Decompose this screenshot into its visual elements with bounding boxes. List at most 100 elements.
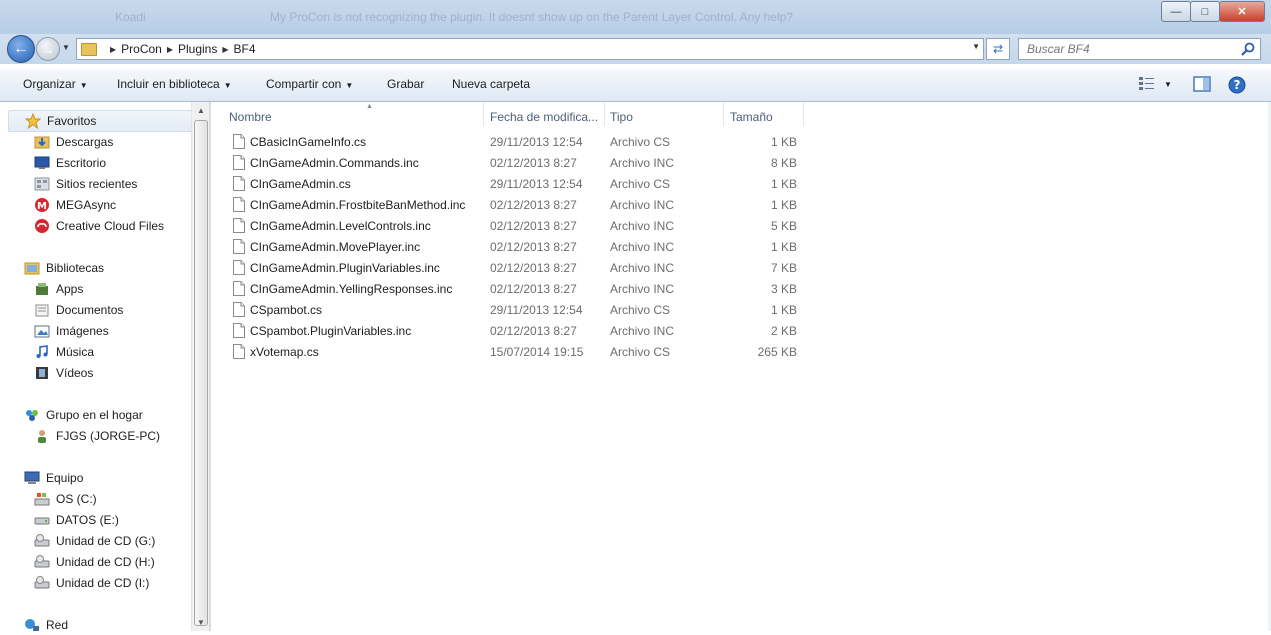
nav-item-videos[interactable]: Vídeos	[34, 363, 93, 383]
nav-homegroup[interactable]: Grupo en el hogar	[24, 405, 143, 425]
file-name[interactable]: CInGameAdmin.MovePlayer.inc	[250, 240, 420, 254]
folder-icon	[81, 42, 97, 56]
nav-item-documents[interactable]: Documentos	[34, 300, 123, 320]
file-row[interactable]: xVotemap.cs 15/07/2014 19:15 Archivo CS 265…	[229, 342, 809, 363]
file-row[interactable]: CSpambot.PluginVariables.inc 02/12/2013 8…	[229, 321, 809, 342]
organize-label: Organizar	[23, 77, 76, 91]
breadcrumb-plugins[interactable]: Plugins	[178, 42, 217, 56]
breadcrumb-bf4[interactable]: BF4	[234, 42, 256, 56]
column-header-name[interactable]: Nombre ▲	[229, 103, 483, 128]
nav-item-pictures[interactable]: Imágenes	[34, 321, 109, 341]
breadcrumb-procon[interactable]: ProCon	[121, 42, 162, 56]
file-icon	[233, 302, 245, 317]
file-name[interactable]: CInGameAdmin.LevelControls.inc	[250, 219, 431, 233]
file-name[interactable]: CBasicInGameInfo.cs	[250, 135, 366, 149]
file-size: 265 KB	[757, 345, 797, 359]
nav-item-megasync[interactable]: M MEGAsync	[34, 195, 116, 215]
scroll-up-icon[interactable]: ▲	[197, 106, 205, 115]
search-icon[interactable]	[1240, 41, 1256, 57]
column-header-date[interactable]: Fecha de modifica...	[490, 106, 604, 128]
file-row[interactable]: CInGameAdmin.PluginVariables.inc 02/12/20…	[229, 258, 809, 279]
file-date: 29/11/2013 12:54	[490, 303, 583, 317]
column-separator[interactable]	[723, 102, 724, 126]
file-type: Archivo INC	[610, 324, 675, 338]
file-name[interactable]: CInGameAdmin.FrostbiteBanMethod.inc	[250, 198, 465, 212]
nav-item-homegroup-user[interactable]: FJGS (JORGE-PC)	[34, 426, 160, 446]
include-library-menu[interactable]: Incluir en biblioteca ▼	[117, 77, 232, 91]
chevron-right-icon[interactable]: ▶	[222, 45, 228, 54]
file-name[interactable]: CSpambot.cs	[250, 303, 322, 317]
view-dropdown-icon[interactable]: ▼	[1164, 80, 1172, 89]
chevron-right-icon[interactable]: ▶	[167, 45, 173, 54]
nav-computer[interactable]: Equipo	[24, 468, 83, 488]
file-name[interactable]: CInGameAdmin.YellingResponses.inc	[250, 282, 452, 296]
file-icon	[233, 344, 245, 359]
column-separator[interactable]	[604, 102, 605, 126]
nav-item-downloads[interactable]: Descargas	[34, 132, 113, 152]
file-size: 1 KB	[770, 135, 797, 149]
file-row[interactable]: CInGameAdmin.FrostbiteBanMethod.inc 02/12…	[229, 195, 809, 216]
nav-network[interactable]: Red	[24, 615, 68, 635]
file-name[interactable]: CInGameAdmin.PluginVariables.inc	[250, 261, 440, 275]
nav-item-label: MEGAsync	[56, 198, 117, 212]
address-bar[interactable]: ▶ ProCon ▶ Plugins ▶ BF4 ▼	[76, 38, 984, 60]
file-row[interactable]: CBasicInGameInfo.cs 29/11/2013 12:54 Archi…	[229, 132, 809, 153]
file-row[interactable]: CInGameAdmin.LevelControls.inc 02/12/2013…	[229, 216, 809, 237]
new-folder-button[interactable]: Nueva carpeta	[452, 77, 530, 91]
column-separator[interactable]	[483, 102, 484, 126]
nav-item-drive-e[interactable]: DATOS (E:)	[34, 510, 119, 530]
column-header-size[interactable]: Tamaño	[730, 106, 802, 128]
file-name[interactable]: xVotemap.cs	[250, 345, 319, 359]
scrollbar-thumb[interactable]	[194, 120, 208, 626]
file-row[interactable]: CInGameAdmin.MovePlayer.inc 02/12/2013 8:…	[229, 237, 809, 258]
forward-button[interactable]: →	[36, 37, 60, 61]
share-with-label: Compartir con	[266, 77, 342, 91]
chevron-right-icon[interactable]: ▶	[110, 45, 116, 54]
nav-libraries[interactable]: Bibliotecas	[24, 258, 104, 278]
svg-text:?: ?	[1234, 78, 1241, 92]
recent-pages-dropdown[interactable]: ▼	[62, 43, 70, 52]
nav-item-label: Música	[56, 345, 95, 359]
nav-item-drive-g[interactable]: Unidad de CD (G:)	[34, 531, 155, 551]
navigation-scrollbar[interactable]: ▲ ▼	[191, 102, 209, 631]
file-name[interactable]: CSpambot.PluginVariables.inc	[250, 324, 411, 338]
view-options-icon[interactable]	[1138, 76, 1156, 90]
nav-item-desktop[interactable]: Escritorio	[34, 153, 106, 173]
title-bar: Koadi My ProCon is not recognizing the p…	[0, 0, 1271, 34]
back-button[interactable]: ←	[7, 35, 35, 63]
preview-pane-icon[interactable]	[1193, 76, 1211, 92]
file-row[interactable]: CInGameAdmin.cs 29/11/2013 12:54 Archivo C…	[229, 174, 809, 195]
file-icon	[233, 260, 245, 275]
address-dropdown-icon[interactable]: ▼	[972, 42, 980, 51]
maximize-button[interactable]: □	[1190, 1, 1220, 22]
nav-item-music[interactable]: Música	[34, 342, 94, 362]
nav-favorites[interactable]: Favoritos	[8, 110, 192, 132]
nav-item-apps[interactable]: Apps	[34, 279, 83, 299]
cd-drive-icon	[34, 576, 50, 589]
nav-item-creative-cloud[interactable]: Creative Cloud Files	[34, 216, 164, 236]
scroll-down-icon[interactable]: ▼	[197, 618, 205, 627]
file-name[interactable]: CInGameAdmin.cs	[250, 177, 351, 191]
help-icon[interactable]: ?	[1228, 76, 1246, 94]
share-with-menu[interactable]: Compartir con ▼	[266, 77, 353, 91]
refresh-button[interactable]: ⇄	[986, 38, 1010, 60]
nav-item-drive-i[interactable]: Unidad de CD (I:)	[34, 573, 149, 593]
file-name[interactable]: CInGameAdmin.Commands.inc	[250, 156, 419, 170]
nav-item-recent-places[interactable]: Sitios recientes	[34, 174, 137, 194]
file-size: 2 KB	[770, 324, 797, 338]
minimize-button[interactable]: —	[1161, 1, 1191, 22]
file-row[interactable]: CSpambot.cs 29/11/2013 12:54 Archivo CS 1 K…	[229, 300, 809, 321]
search-input[interactable]: Buscar BF4	[1018, 38, 1261, 60]
background-window-title: My ProCon is not recognizing the plugin.…	[270, 10, 793, 24]
column-separator[interactable]	[803, 102, 804, 126]
file-icon	[233, 218, 245, 233]
burn-button[interactable]: Grabar	[387, 77, 424, 91]
nav-computer-label: Equipo	[46, 471, 84, 485]
file-row[interactable]: CInGameAdmin.YellingResponses.inc 02/12/2…	[229, 279, 809, 300]
organize-menu[interactable]: Organizar ▼	[23, 77, 88, 91]
nav-item-drive-c[interactable]: OS (C:)	[34, 489, 97, 509]
file-row[interactable]: CInGameAdmin.Commands.inc 02/12/2013 8:27…	[229, 153, 809, 174]
close-button[interactable]: ✕	[1219, 1, 1265, 22]
nav-item-drive-h[interactable]: Unidad de CD (H:)	[34, 552, 155, 572]
column-header-type[interactable]: Tipo	[610, 106, 722, 128]
